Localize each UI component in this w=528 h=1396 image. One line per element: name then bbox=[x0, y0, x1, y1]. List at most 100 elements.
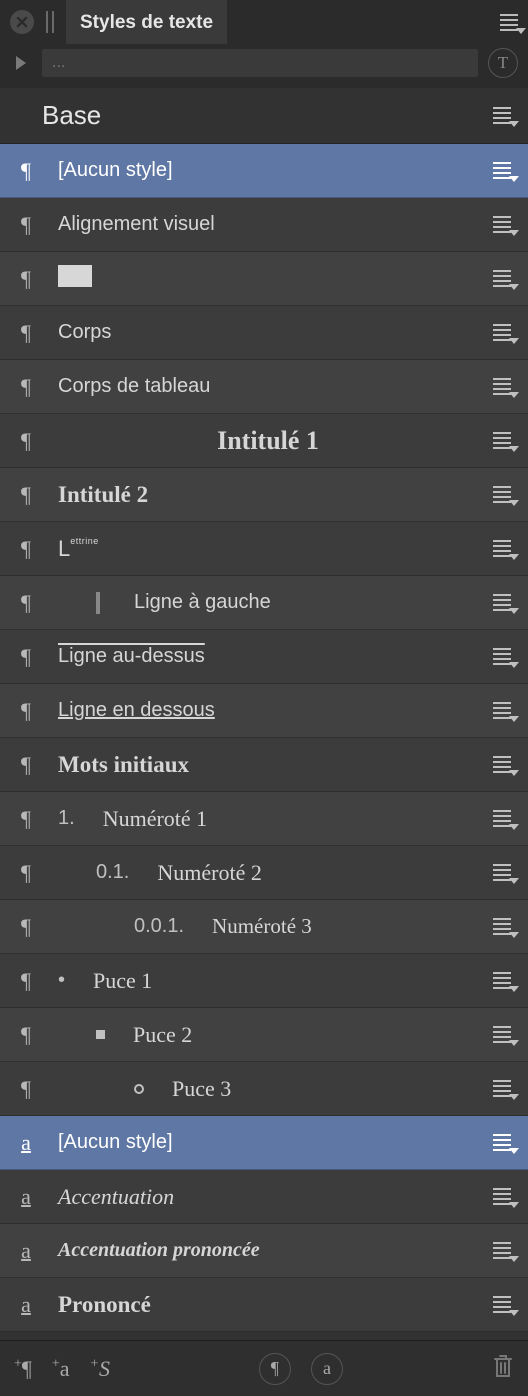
style-label: Puce 2 bbox=[133, 1022, 478, 1048]
style-row[interactable]: ¶ Ligne à gauche bbox=[0, 576, 528, 630]
style-row[interactable]: aPrononcé bbox=[0, 1278, 528, 1332]
style-options-button[interactable] bbox=[488, 483, 516, 507]
style-options-button[interactable] bbox=[488, 969, 516, 993]
style-row[interactable]: ¶Intitulé 2 bbox=[0, 468, 528, 522]
style-row[interactable]: ¶ Intitulé 1 bbox=[0, 414, 528, 468]
style-row[interactable]: ¶ Mots initiaux bbox=[0, 738, 528, 792]
apply-paragraph-style-button[interactable]: ¶ bbox=[259, 1353, 291, 1385]
style-options-button[interactable] bbox=[488, 807, 516, 831]
style-color-swatch bbox=[58, 265, 92, 287]
style-row[interactable]: ¶0.0.1.Numéroté 3 bbox=[0, 900, 528, 954]
style-label: Puce 1 bbox=[93, 968, 478, 994]
style-row[interactable]: aAccentuation prononcée bbox=[0, 1224, 528, 1278]
paragraph-style-icon: ¶ bbox=[14, 806, 38, 832]
paragraph-style-icon: ¶ bbox=[14, 320, 38, 346]
style-options-button[interactable] bbox=[488, 159, 516, 183]
paragraph-style-icon: ¶ bbox=[14, 914, 38, 940]
style-row[interactable]: ¶•Puce 1 bbox=[0, 954, 528, 1008]
add-paragraph-style-button[interactable]: +¶ bbox=[14, 1356, 32, 1382]
style-row[interactable]: ¶ [Aucun style] bbox=[0, 144, 528, 198]
style-type-toggle[interactable]: T bbox=[488, 48, 518, 78]
style-label: Accentuation bbox=[58, 1184, 478, 1210]
style-row[interactable]: ¶ Ligne en dessous bbox=[0, 684, 528, 738]
expand-toggle-button[interactable] bbox=[10, 52, 32, 74]
style-options-button[interactable] bbox=[488, 1239, 516, 1263]
style-options-button[interactable] bbox=[488, 1293, 516, 1317]
style-row[interactable]: ¶ Ligne au-dessus bbox=[0, 630, 528, 684]
style-row[interactable]: aAccentuation bbox=[0, 1170, 528, 1224]
style-options-button[interactable] bbox=[488, 321, 516, 345]
paragraph-style-icon: ¶ bbox=[14, 752, 38, 778]
style-label: Corps bbox=[58, 321, 478, 344]
footer-toolbar: +¶ +a +S ¶ a bbox=[0, 1340, 528, 1396]
style-options-button[interactable] bbox=[488, 1077, 516, 1101]
paragraph-style-icon: ¶ bbox=[14, 644, 38, 670]
paragraph-style-icon: ¶ bbox=[14, 1022, 38, 1048]
style-label: Ligne en dessous bbox=[58, 699, 478, 722]
style-row[interactable]: ¶Corps de tableau bbox=[0, 360, 528, 414]
style-options-button[interactable] bbox=[488, 699, 516, 723]
delete-style-button[interactable] bbox=[492, 1353, 514, 1385]
character-style-icon: a bbox=[14, 1292, 38, 1318]
paragraph-style-icon: ¶ bbox=[14, 158, 38, 184]
paragraph-style-icon: ¶ bbox=[14, 1076, 38, 1102]
panel-drag-handle[interactable] bbox=[46, 11, 54, 33]
add-character-style-button[interactable]: +a bbox=[52, 1356, 70, 1382]
style-label: Puce 3 bbox=[172, 1076, 478, 1102]
style-options-button[interactable] bbox=[488, 591, 516, 615]
style-label: [Aucun style] bbox=[58, 1131, 478, 1154]
style-row[interactable]: ¶ Puce 2 bbox=[0, 1008, 528, 1062]
style-row[interactable]: a [Aucun style] bbox=[0, 1116, 528, 1170]
style-row[interactable]: ¶ Puce 3 bbox=[0, 1062, 528, 1116]
paragraph-style-icon: ¶ bbox=[14, 536, 38, 562]
style-options-button[interactable] bbox=[488, 213, 516, 237]
style-row[interactable]: ¶ bbox=[0, 252, 528, 306]
filter-bar: T bbox=[0, 44, 528, 88]
close-panel-button[interactable] bbox=[10, 10, 34, 34]
paragraph-style-icon: ¶ bbox=[14, 212, 38, 238]
style-group-header[interactable]: Base bbox=[0, 88, 528, 144]
style-label: Ligne à gauche bbox=[134, 591, 478, 614]
paragraph-style-icon: ¶ bbox=[14, 428, 38, 454]
panel-menu-button[interactable] bbox=[500, 14, 518, 31]
style-label: [Aucun style] bbox=[58, 159, 478, 182]
style-options-button[interactable] bbox=[488, 375, 516, 399]
style-row[interactable]: ¶ Lettrine bbox=[0, 522, 528, 576]
group-label: Base bbox=[14, 100, 478, 131]
style-label: Intitulé 1 bbox=[58, 426, 478, 456]
style-options-button[interactable] bbox=[488, 645, 516, 669]
style-options-button[interactable] bbox=[488, 915, 516, 939]
paragraph-style-icon: ¶ bbox=[14, 860, 38, 886]
style-label: Alignement visuel bbox=[58, 213, 478, 236]
tab-text-styles[interactable]: Styles de texte bbox=[66, 0, 227, 44]
style-row[interactable]: ¶ Corps bbox=[0, 306, 528, 360]
style-options-button[interactable] bbox=[488, 1023, 516, 1047]
style-list: Base¶[Aucun style]¶Alignement visuel¶¶Co… bbox=[0, 88, 528, 1332]
style-row[interactable]: ¶1.Numéroté 1 bbox=[0, 792, 528, 846]
style-options-button[interactable] bbox=[488, 537, 516, 561]
style-label: Intitulé 2 bbox=[58, 482, 478, 508]
style-label: Numéroté 3 bbox=[212, 914, 478, 939]
paragraph-style-icon: ¶ bbox=[14, 698, 38, 724]
style-label bbox=[58, 265, 478, 293]
style-options-button[interactable] bbox=[488, 104, 516, 128]
style-options-button[interactable] bbox=[488, 429, 516, 453]
add-style-group-button[interactable]: +S bbox=[90, 1356, 110, 1382]
apply-character-style-button[interactable]: a bbox=[311, 1353, 343, 1385]
style-options-button[interactable] bbox=[488, 267, 516, 291]
style-row[interactable]: ¶ Alignement visuel bbox=[0, 198, 528, 252]
paragraph-style-icon: ¶ bbox=[14, 590, 38, 616]
character-style-icon: a bbox=[14, 1130, 38, 1156]
style-label: Numéroté 2 bbox=[157, 860, 478, 886]
style-options-button[interactable] bbox=[488, 753, 516, 777]
style-options-button[interactable] bbox=[488, 1185, 516, 1209]
style-options-button[interactable] bbox=[488, 1131, 516, 1155]
style-options-button[interactable] bbox=[488, 861, 516, 885]
style-label: Ligne au-dessus bbox=[58, 645, 478, 668]
style-label: Lettrine bbox=[58, 536, 478, 562]
style-label: Numéroté 1 bbox=[103, 806, 478, 832]
style-filter-input[interactable] bbox=[42, 49, 478, 77]
paragraph-style-icon: ¶ bbox=[14, 374, 38, 400]
style-row[interactable]: ¶0.1.Numéroté 2 bbox=[0, 846, 528, 900]
style-label: Mots initiaux bbox=[58, 752, 478, 778]
